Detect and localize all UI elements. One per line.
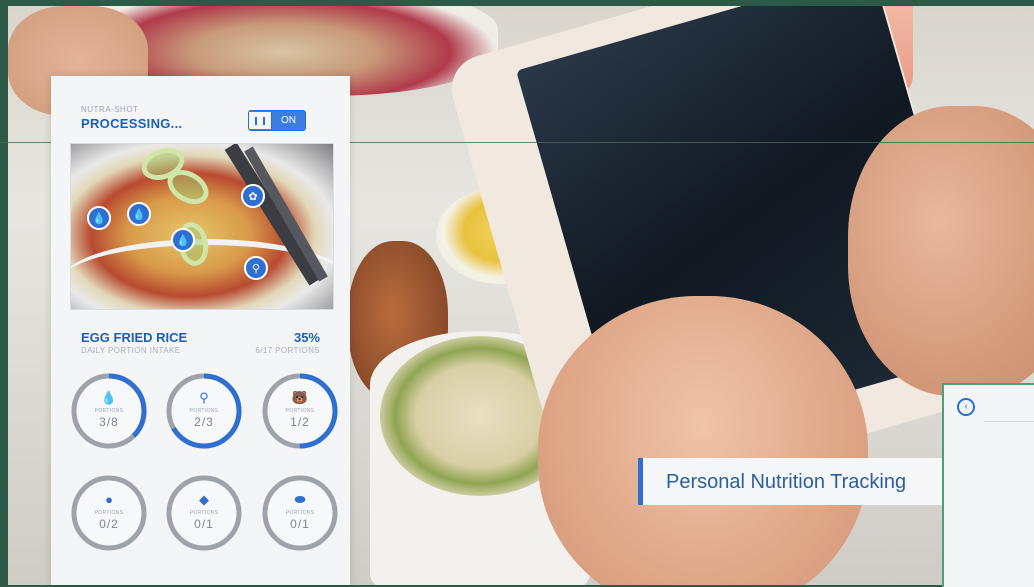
title-caption: Personal Nutrition Tracking <box>638 458 942 505</box>
ring-caption: PORTIONS <box>189 510 219 516</box>
caption-text: Personal Nutrition Tracking <box>666 471 907 493</box>
section-label: NUTRA-SHOT <box>81 105 139 114</box>
divider <box>984 421 1034 422</box>
intake-percent: 35% <box>293 330 320 345</box>
fish-icon: ◆ <box>199 492 209 507</box>
bottle-icon: ⚲ <box>199 390 209 405</box>
status-title: PROCESSING... <box>81 116 183 131</box>
ring-value: 1/2 <box>290 415 310 429</box>
water-drop-icon[interactable]: 💧 <box>87 206 111 230</box>
pause-icon <box>255 116 265 125</box>
bottle-icon[interactable]: ⚲ <box>244 256 268 280</box>
hand-image <box>538 296 868 585</box>
portions-count: 6/17 PORTIONS <box>255 346 320 355</box>
side-panel: ‹ <box>942 383 1034 587</box>
ring-caption: PORTIONS <box>285 510 315 516</box>
ring-value: 0/1 <box>290 517 310 531</box>
nutrient-ring[interactable]: ◆ PORTIONS 0/1 <box>165 474 243 552</box>
bean-icon: ● <box>105 492 113 507</box>
nutrient-ring[interactable]: 🐻 PORTIONS 1/2 <box>261 372 339 450</box>
ring-value: 0/1 <box>194 517 214 531</box>
ring-caption: PORTIONS <box>285 408 315 414</box>
ring-caption: PORTIONS <box>94 510 124 516</box>
shrimp-icon[interactable]: ✿ <box>241 184 265 208</box>
ring-caption: PORTIONS <box>189 408 219 414</box>
hand-image <box>848 106 1034 396</box>
water-drop-icon[interactable]: 💧 <box>171 228 195 252</box>
bear-icon: 🐻 <box>291 390 309 405</box>
water-drop-icon[interactable]: 💧 <box>127 202 151 226</box>
toggle-label: ON <box>281 115 296 126</box>
caption-accent-bar <box>638 458 643 505</box>
on-toggle[interactable]: ON <box>248 110 306 131</box>
nutrient-ring[interactable]: ⚲ PORTIONS 2/3 <box>165 372 243 450</box>
nutrient-ring[interactable]: ⬬ PORTIONS 0/1 <box>261 474 339 552</box>
dish-subtitle: DAILY PORTION INTAKE <box>81 346 181 355</box>
toggle-knob <box>249 112 272 129</box>
dish-name: EGG FRIED RICE <box>81 330 188 345</box>
ring-value: 3/8 <box>99 415 119 429</box>
ring-value: 0/2 <box>99 517 119 531</box>
nutrient-ring[interactable]: ● PORTIONS 0/2 <box>70 474 148 552</box>
water-drop-icon: 💧 <box>100 390 118 405</box>
nutrient-ring[interactable]: 💧 PORTIONS 3/8 <box>70 372 148 450</box>
nutrition-card: NUTRA-SHOT PROCESSING... ON 💧 💧 💧 ✿ ⚲ EG… <box>51 76 350 585</box>
food-photo: 💧 💧 💧 ✿ ⚲ <box>70 143 334 310</box>
ring-value: 2/3 <box>194 415 214 429</box>
ring-caption: PORTIONS <box>94 408 124 414</box>
back-icon[interactable]: ‹ <box>957 398 975 416</box>
egg-icon: ⬬ <box>294 492 306 507</box>
